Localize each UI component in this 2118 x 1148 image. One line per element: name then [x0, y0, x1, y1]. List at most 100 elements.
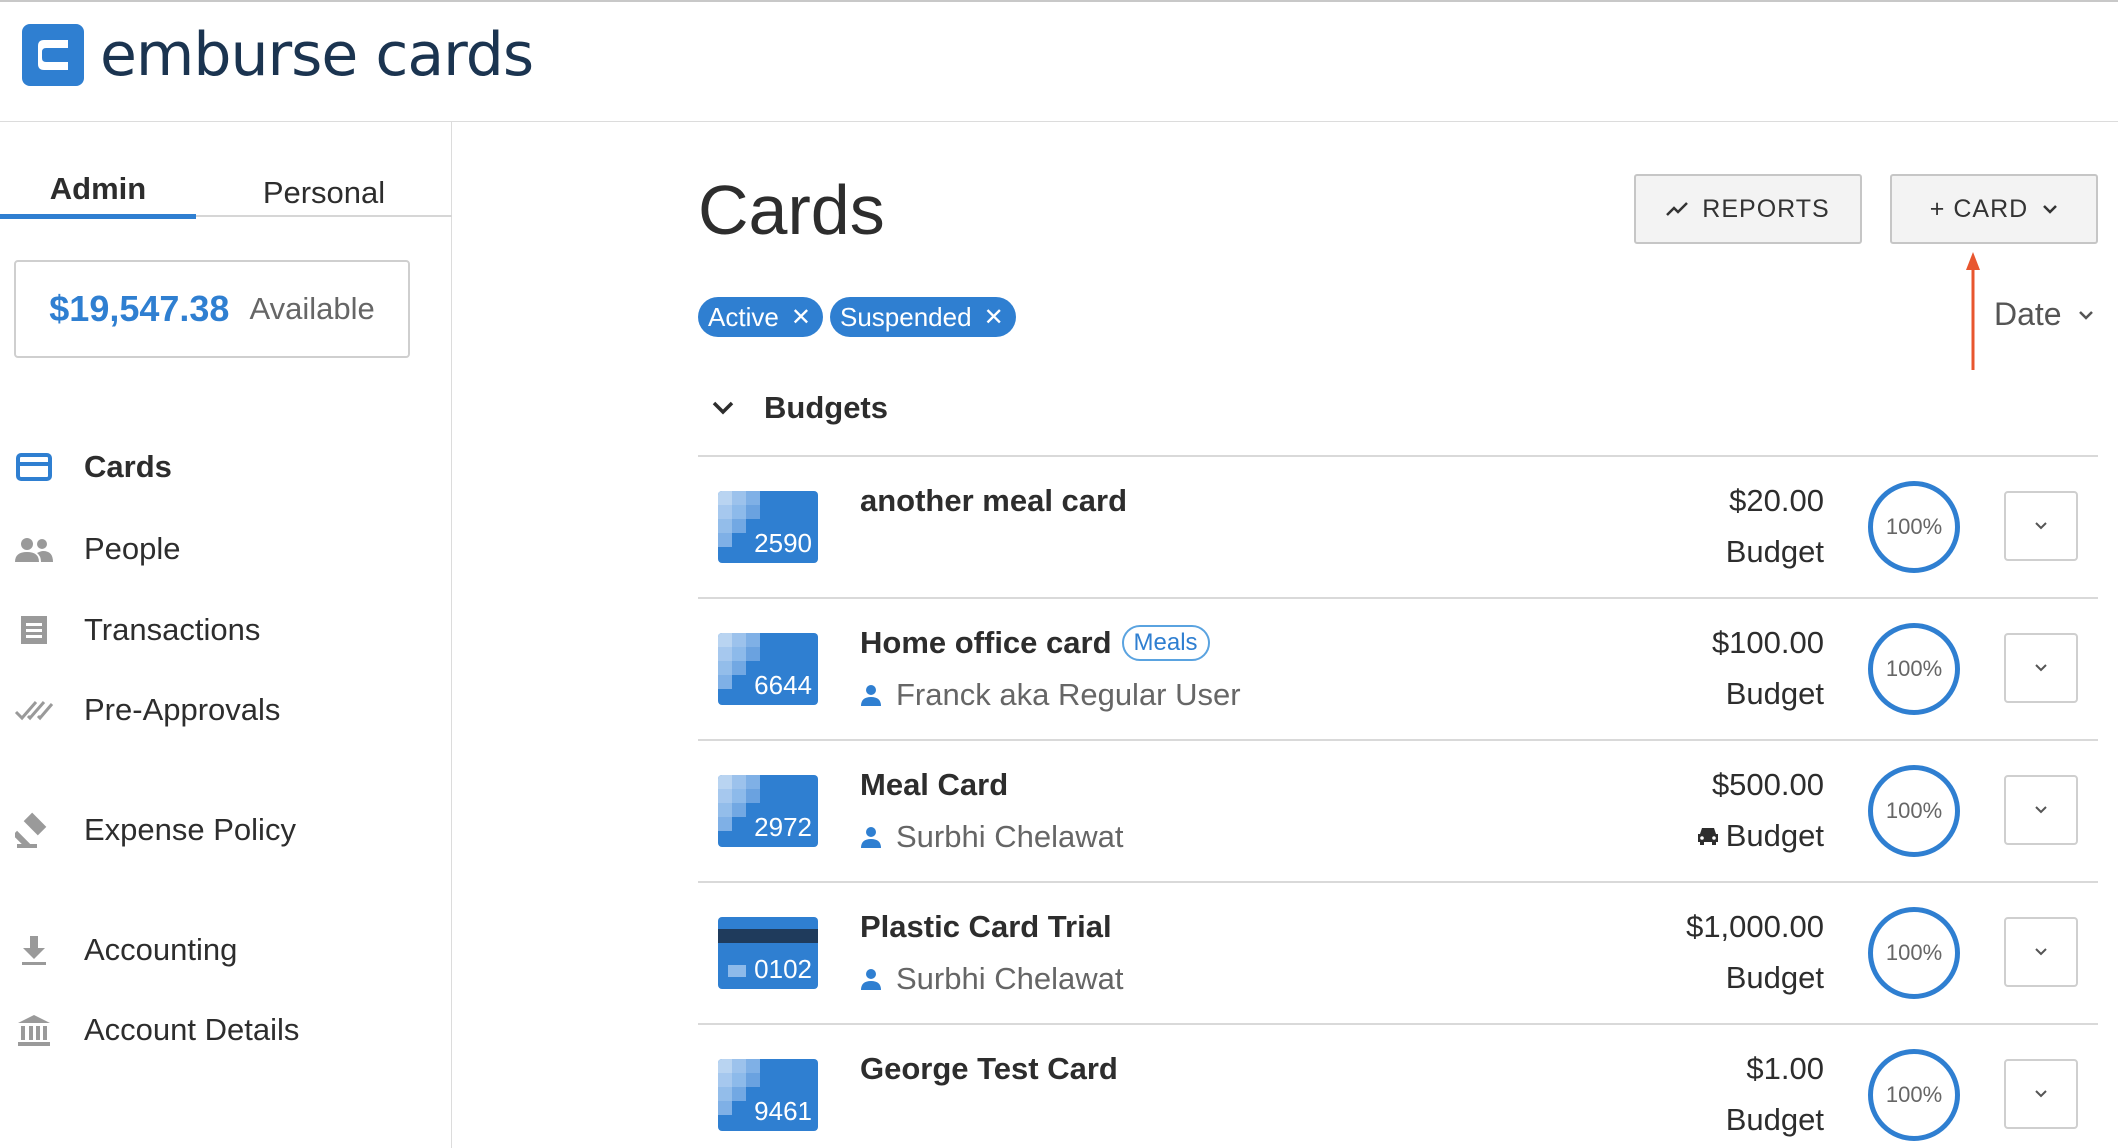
- section-title: Budgets: [764, 390, 888, 425]
- budget-percent-gauge: 100%: [1868, 1049, 1960, 1141]
- close-icon[interactable]: ✕: [984, 303, 1004, 332]
- card-thumbnail[interactable]: 6644: [718, 633, 818, 705]
- sidebar-item-label: Cards: [84, 449, 172, 484]
- card-row[interactable]: 2972 Meal Card Surbhi Chelawat $500.00 B…: [698, 739, 2098, 881]
- card-last-four: 6644: [754, 670, 812, 700]
- filter-chip-active[interactable]: Active ✕: [698, 297, 823, 337]
- card-amount: $1.00: [1746, 1051, 1824, 1086]
- balance-amount: $19,547.38: [49, 288, 230, 329]
- card-last-four: 9461: [754, 1096, 812, 1126]
- bank-icon: [14, 1010, 54, 1050]
- card-actions-button[interactable]: [2004, 775, 2078, 845]
- card-type-label: Budget: [1725, 1102, 1824, 1137]
- card-type: Budget: [1726, 960, 1824, 996]
- person-icon: [860, 968, 882, 990]
- sort-label: Date: [1994, 296, 2062, 332]
- card-thumbnail[interactable]: 2590: [718, 491, 818, 563]
- chevron-down-icon: [2034, 517, 2048, 535]
- logo[interactable]: emburse cards: [22, 24, 534, 86]
- card-name-row: Plastic Card Trial: [860, 909, 1112, 945]
- sidebar-item-label: Pre-Approvals: [84, 692, 281, 727]
- credit-card-icon: [14, 447, 54, 487]
- trend-line-icon: [1666, 202, 1689, 216]
- chevron-down-icon: [2034, 801, 2048, 819]
- add-card-button[interactable]: + CARD: [1890, 174, 2098, 244]
- card-name[interactable]: Meal Card: [860, 767, 1008, 803]
- chevron-down-icon: [2034, 659, 2048, 677]
- sidebar-tabs: Admin Personal: [0, 167, 452, 219]
- chevron-down-icon: [2034, 943, 2048, 961]
- filter-chip-suspended[interactable]: Suspended ✕: [830, 297, 1016, 337]
- receipt-icon: [14, 610, 54, 650]
- card-thumbnail[interactable]: 9461: [718, 1059, 818, 1131]
- card-actions-button[interactable]: [2004, 491, 2078, 561]
- card-thumbnail[interactable]: 0102: [718, 917, 818, 989]
- card-row[interactable]: 0102 Plastic Card Trial Surbhi Chelawat …: [698, 881, 2098, 1023]
- card-amount: $20.00: [1729, 483, 1824, 518]
- card-thumbnail[interactable]: 2972: [718, 775, 818, 847]
- card-name-row: another meal card: [860, 483, 1127, 519]
- chevron-down-icon: [712, 401, 734, 415]
- car-icon: [1696, 826, 1720, 846]
- sidebar-item-accounting[interactable]: Accounting: [0, 920, 452, 980]
- card-type-label: Budget: [1725, 960, 1824, 995]
- available-balance: $19,547.38 Available: [14, 260, 410, 358]
- card-type-label: Budget: [1725, 534, 1824, 569]
- sidebar-item-label: People: [84, 531, 181, 566]
- card-holder: Franck aka Regular User: [860, 677, 1241, 713]
- card-amount: $100.00: [1711, 625, 1824, 660]
- tab-personal[interactable]: Personal: [196, 167, 452, 217]
- card-type-label: Budget: [1725, 676, 1824, 711]
- card-name[interactable]: George Test Card: [860, 1051, 1118, 1087]
- sidebar-item-transactions[interactable]: Transactions: [0, 600, 452, 660]
- sidebar-item-people[interactable]: People: [0, 519, 452, 579]
- sort-dropdown[interactable]: Date: [1994, 296, 2094, 333]
- card-name[interactable]: Plastic Card Trial: [860, 909, 1112, 945]
- card-row[interactable]: 2590 another meal card $20.00 Budget 100…: [698, 455, 2098, 597]
- budget-percent-gauge: 100%: [1868, 765, 1960, 857]
- card-holder-name: Surbhi Chelawat: [896, 961, 1124, 996]
- card-last-four: 2590: [754, 528, 812, 558]
- card-last-four: 0102: [754, 954, 812, 984]
- budget-percent-gauge: 100%: [1868, 481, 1960, 573]
- card-tag: Meals: [1121, 625, 1210, 661]
- close-icon[interactable]: ✕: [791, 303, 811, 332]
- sidebar-item-pre-approvals[interactable]: Pre-Approvals: [0, 680, 452, 740]
- download-icon: [14, 930, 54, 970]
- card-actions-button[interactable]: [2004, 917, 2078, 987]
- sidebar-item-expense-policy[interactable]: Expense Policy: [0, 800, 452, 860]
- card-row[interactable]: 9461 George Test Card $1.00 Budget 100%: [698, 1023, 2098, 1148]
- card-name-row: Meal Card: [860, 767, 1008, 803]
- app-header: emburse cards: [0, 0, 2118, 122]
- card-type: Budget: [1726, 676, 1824, 712]
- card-row[interactable]: 6644 Home office card Meals Franck aka Re…: [698, 597, 2098, 739]
- sidebar-item-label: Expense Policy: [84, 812, 296, 847]
- card-name-row: Home office card Meals: [860, 625, 1210, 661]
- card-type: Budget: [1696, 818, 1824, 854]
- sidebar-item-account-details[interactable]: Account Details: [0, 1000, 452, 1060]
- reports-button[interactable]: REPORTS: [1634, 174, 1862, 244]
- card-name-row: George Test Card: [860, 1051, 1118, 1087]
- card-holder-name: Surbhi Chelawat: [896, 819, 1124, 854]
- card-actions-button[interactable]: [2004, 1059, 2078, 1129]
- sidebar-item-cards[interactable]: Cards: [0, 437, 452, 497]
- card-holder: Surbhi Chelawat: [860, 961, 1123, 997]
- budgets-section-toggle[interactable]: Budgets: [712, 390, 888, 426]
- card-actions-button[interactable]: [2004, 633, 2078, 703]
- card-name[interactable]: another meal card: [860, 483, 1127, 519]
- card-type-label: Budget: [1725, 818, 1824, 853]
- double-check-icon: [14, 690, 54, 730]
- chevron-down-icon: [2042, 204, 2058, 214]
- card-name[interactable]: Home office card: [860, 625, 1112, 661]
- chevron-down-icon: [2078, 310, 2094, 320]
- card-last-four: 2972: [754, 812, 812, 842]
- sidebar: Admin Personal $19,547.38 Available Card…: [0, 122, 452, 1148]
- chevron-down-icon: [2034, 1085, 2048, 1103]
- tab-admin[interactable]: Admin: [0, 167, 196, 219]
- card-type: Budget: [1726, 1102, 1824, 1138]
- card-holder-name: Franck aka Regular User: [896, 677, 1241, 712]
- sidebar-item-label: Account Details: [84, 1012, 300, 1047]
- filter-chip-label: Suspended: [840, 301, 972, 332]
- filter-chip-label: Active: [708, 301, 779, 332]
- sidebar-item-label: Transactions: [84, 612, 261, 647]
